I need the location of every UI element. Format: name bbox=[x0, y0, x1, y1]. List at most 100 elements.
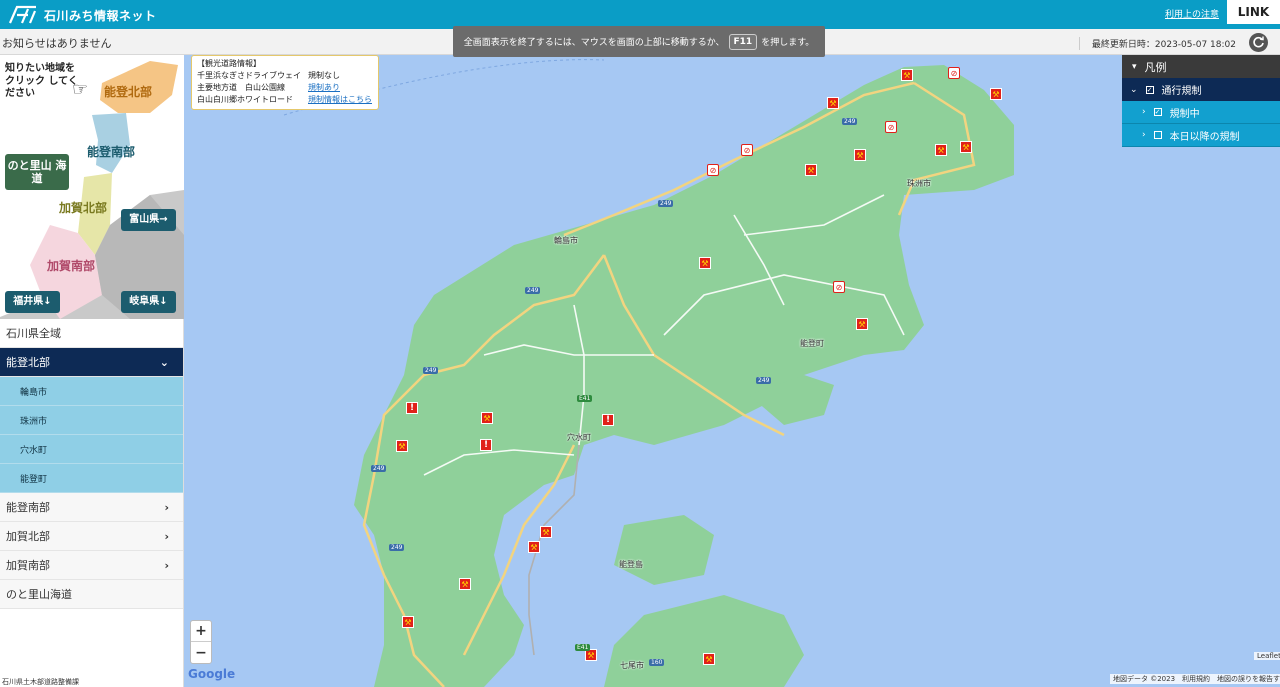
refresh-button[interactable] bbox=[1249, 33, 1268, 52]
no-entry-icon: ⊘ bbox=[887, 122, 895, 132]
legend-traffic-label: 通行規制 bbox=[1161, 86, 1202, 97]
construction-marker[interactable]: ⚒ bbox=[960, 141, 972, 153]
zoom-control: + − bbox=[190, 620, 212, 664]
site-logo[interactable]: 石川みち情報ネット bbox=[8, 4, 157, 26]
nav-sub-item[interactable]: 珠洲市 bbox=[0, 406, 183, 435]
closure-marker[interactable]: ⊘ bbox=[833, 281, 845, 293]
route-shield: E41 bbox=[577, 395, 593, 402]
nav-kaga-north-label: 加賀北部 bbox=[6, 530, 50, 543]
closure-marker[interactable]: ⊘ bbox=[885, 121, 897, 133]
construction-marker[interactable]: ⚒ bbox=[856, 318, 868, 330]
roadwork-icon: ⚒ bbox=[461, 579, 469, 589]
construction-marker[interactable]: ⚒ bbox=[805, 164, 817, 176]
construction-marker[interactable]: ⚒ bbox=[540, 526, 552, 538]
nav-satoyama-label: のと里山海道 bbox=[6, 588, 72, 601]
construction-marker[interactable]: ⚒ bbox=[402, 616, 414, 628]
construction-marker[interactable]: ⚒ bbox=[854, 149, 866, 161]
fullscreen-message: 全画面表示を終了するには、マウスを画面の上部に移動するか、 F11 を押します。 bbox=[453, 26, 825, 57]
road-name: 主要地方道 白山公園線 bbox=[197, 83, 285, 92]
nav-sub-item[interactable]: 能登町 bbox=[0, 464, 183, 493]
nav-noto-north[interactable]: 能登北部 ⌄ bbox=[0, 348, 183, 377]
road-status-link[interactable]: 規制情報はこちら bbox=[308, 94, 372, 106]
checkbox-unchecked-icon[interactable] bbox=[1153, 131, 1162, 139]
roadwork-icon: ⚒ bbox=[807, 165, 815, 175]
closure-marker[interactable]: ⊘ bbox=[948, 67, 960, 79]
map-attribution[interactable]: 地図データ ©2023 利用規約 地図の誤りを報告する bbox=[1110, 674, 1280, 684]
label-noto-south[interactable]: 能登南部 bbox=[87, 143, 135, 160]
label-noto-north[interactable]: 能登北部 bbox=[104, 83, 152, 100]
zoom-in-button[interactable]: + bbox=[191, 621, 211, 642]
legend-toggle[interactable]: ▾ 凡例 bbox=[1122, 55, 1280, 78]
tourism-title: 【観光道路情報】 bbox=[197, 59, 261, 68]
roadwork-icon: ⚒ bbox=[404, 617, 412, 627]
construction-marker[interactable]: ⚒ bbox=[528, 541, 540, 553]
closure-marker[interactable]: ⊘ bbox=[707, 164, 719, 176]
logo-mark-icon bbox=[8, 5, 37, 24]
tourism-row: 千里浜なぎさドライブウェイ 規制なし bbox=[197, 70, 373, 82]
city-label: 珠洲市 bbox=[907, 179, 931, 188]
alert-marker[interactable]: ! bbox=[406, 402, 418, 414]
nav-sub-item[interactable]: 輪島市 bbox=[0, 377, 183, 406]
city-label: 七尾市 bbox=[620, 661, 644, 670]
construction-marker[interactable]: ⚒ bbox=[699, 257, 711, 269]
alert-marker[interactable]: ! bbox=[480, 439, 492, 451]
roadwork-icon: ⚒ bbox=[829, 98, 837, 108]
construction-marker[interactable]: ⚒ bbox=[935, 144, 947, 156]
toyama-button[interactable]: 富山県→ bbox=[121, 209, 176, 231]
map-canvas[interactable]: ⚒ ⊘ ⚒ ⚒ ⊘ ⚒ ⚒ ⊘ ⚒ ⊘ ⚒ ⚒ ⊘ ⚒ ! ⚒ ! ⚒ ! ⚒ … bbox=[184, 55, 1280, 687]
route-shield: 249 bbox=[842, 118, 858, 125]
satoyama-button[interactable]: のと里山 海道 bbox=[5, 154, 69, 190]
checkbox-checked-icon[interactable]: ✓ bbox=[1153, 108, 1162, 116]
route-shield: 249 bbox=[371, 465, 387, 472]
link-button[interactable]: LINK bbox=[1227, 0, 1280, 24]
legend-future[interactable]: › 本日以降の規制 bbox=[1122, 124, 1280, 147]
leaflet-attribution[interactable]: Leaflet bbox=[1254, 652, 1280, 660]
site-title: 石川みち情報ネット bbox=[44, 8, 157, 23]
refresh-icon bbox=[1253, 36, 1264, 48]
roadwork-icon: ⚒ bbox=[856, 150, 864, 160]
closure-marker[interactable]: ⊘ bbox=[741, 144, 753, 156]
construction-marker[interactable]: ⚒ bbox=[703, 653, 715, 665]
city-label: 穴水町 bbox=[567, 433, 591, 442]
last-updated: 最終更新日時：2023-05-07 18:02 bbox=[1078, 37, 1236, 50]
road-name: 千里浜なぎさドライブウェイ bbox=[197, 71, 301, 80]
roadwork-icon: ⚒ bbox=[587, 650, 595, 660]
chevron-right-icon: › bbox=[1142, 130, 1146, 140]
legend-current[interactable]: › ✓ 規制中 bbox=[1122, 101, 1280, 124]
nav-kaga-north[interactable]: 加賀北部 › bbox=[0, 522, 183, 551]
app-header: 石川みち情報ネット 利用上の注意 LINK bbox=[0, 0, 1280, 29]
construction-marker[interactable]: ⚒ bbox=[827, 97, 839, 109]
alert-marker[interactable]: ! bbox=[602, 414, 614, 426]
checkbox-checked-icon[interactable]: ✓ bbox=[1145, 85, 1154, 94]
construction-marker[interactable]: ⚒ bbox=[901, 69, 913, 81]
nav-noto-south[interactable]: 能登南部 › bbox=[0, 493, 183, 522]
nav-all[interactable]: 石川県全域 bbox=[0, 319, 183, 348]
construction-marker[interactable]: ⚒ bbox=[459, 578, 471, 590]
zoom-out-button[interactable]: − bbox=[191, 642, 211, 663]
nav-noto-north-label: 能登北部 bbox=[6, 356, 50, 369]
footer-credit: 石川県土木部道路整備課 bbox=[0, 677, 81, 687]
label-kaga-south[interactable]: 加賀南部 bbox=[47, 257, 95, 274]
chevron-right-icon: › bbox=[164, 558, 169, 572]
city-label: 能登町 bbox=[800, 339, 824, 348]
roadwork-icon: ⚒ bbox=[542, 527, 550, 537]
tourism-road-info: 【観光道路情報】 千里浜なぎさドライブウェイ 規制なし 主要地方道 白山公園線 … bbox=[191, 55, 379, 110]
map-legend: ▾ 凡例 ⌄ ✓ 通行規制 › ✓ 規制中 › 本日以降の規制 bbox=[1122, 55, 1280, 147]
nav-satoyama[interactable]: のと里山海道 bbox=[0, 580, 183, 609]
label-kaga-north[interactable]: 加賀北部 bbox=[59, 199, 107, 216]
construction-marker[interactable]: ⚒ bbox=[396, 440, 408, 452]
road-status-link[interactable]: 規制あり bbox=[308, 82, 340, 94]
construction-marker[interactable]: ⚒ bbox=[481, 412, 493, 424]
noto-island bbox=[614, 515, 714, 585]
legend-traffic[interactable]: ⌄ ✓ 通行規制 bbox=[1122, 78, 1280, 101]
construction-marker[interactable]: ⚒ bbox=[990, 88, 1002, 100]
nav-sub-item[interactable]: 穴水町 bbox=[0, 435, 183, 464]
roadwork-icon: ⚒ bbox=[992, 89, 1000, 99]
route-shield: 249 bbox=[423, 367, 439, 374]
fukui-button[interactable]: 福井県↓ bbox=[5, 291, 60, 313]
gifu-button[interactable]: 岐阜県↓ bbox=[121, 291, 176, 313]
nav-kaga-south[interactable]: 加賀南部 › bbox=[0, 551, 183, 580]
route-shield: 249 bbox=[756, 377, 772, 384]
road-name: 白山白川郷ホワイトロード bbox=[197, 95, 293, 104]
terms-link[interactable]: 利用上の注意 bbox=[1165, 7, 1219, 20]
